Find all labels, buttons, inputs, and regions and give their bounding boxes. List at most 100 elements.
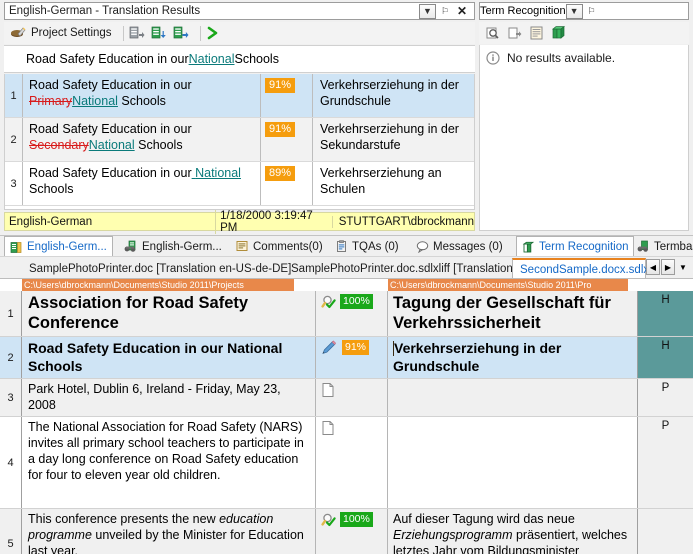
segment-number: 5 [0, 509, 22, 554]
segment-target-text[interactable]: Verkehrserziehung in der Grundschule [388, 337, 638, 378]
segment-structure-tag[interactable]: H [638, 291, 693, 336]
table-row[interactable]: 5 This conference presents the new educa… [0, 509, 693, 554]
segment-source-text[interactable]: This conference presents the new educati… [22, 509, 316, 554]
segment-target-text[interactable] [388, 417, 638, 508]
row-number: 2 [5, 118, 23, 161]
translation-results-caption-bar: English-German - Translation Results ▼ ⚐… [4, 2, 475, 20]
row-source-text: Road Safety Education in our SecondaryNa… [23, 118, 261, 161]
pin-icon[interactable]: ⚐ [584, 4, 600, 19]
segment-number: 1 [0, 291, 22, 336]
project-settings-button[interactable]: Project Settings [10, 25, 112, 41]
row-source-text: Road Safety Education in our National Sc… [23, 162, 261, 205]
source-file-path: C:\Users\dbrockmann\Documents\Studio 201… [22, 279, 294, 291]
comments-icon [236, 240, 249, 253]
empty-doc-icon [321, 382, 335, 398]
tm-name-field: English-German [9, 215, 93, 228]
chevron-down-icon[interactable]: ▼ [419, 3, 436, 19]
translation-results-search-display[interactable]: Road Safety Education in our National Sc… [4, 45, 475, 73]
tm-match-icon [321, 294, 337, 310]
concordance-icon [124, 240, 138, 253]
segment-status-cell: 100% [316, 291, 388, 336]
toolbar-separator-2 [199, 25, 201, 41]
toolbar-separator-1 [122, 25, 124, 41]
tab-label: Term Recognition [539, 241, 629, 253]
segment-structure-tag[interactable]: P [638, 379, 693, 416]
doc-tab-samplephotoprinter-doc[interactable]: SamplePhotoPrinter.doc [Translation en-U… [22, 258, 298, 279]
pin-icon[interactable]: ⚐ [437, 4, 453, 19]
segment-structure-tag[interactable]: P [638, 417, 693, 508]
doc-tab-samplephotoprinter-sdlxliff[interactable]: SamplePhotoPrinter.doc.sdlxliff [Transla… [284, 258, 527, 279]
segment-source-text[interactable]: The National Association for Road Safety… [22, 417, 316, 508]
go-button[interactable] [206, 25, 220, 41]
term-recognition-message: No results available. [507, 51, 616, 65]
segment-structure-tag[interactable]: H [638, 337, 693, 378]
chevron-down-icon[interactable]: ▼ [565, 3, 583, 19]
match-score-badge: 91% [265, 78, 296, 93]
row-score-cell: 89% [261, 162, 313, 205]
apply-tm-button[interactable] [173, 25, 189, 41]
segment-source-text[interactable]: Association for Road Safety Conference [22, 291, 316, 336]
table-row[interactable]: 3 Road Safety Education in our National … [5, 162, 474, 206]
doc-tab-label: SecondSample.docx.sdlxl [520, 263, 652, 276]
next-tab-button[interactable]: ▶ [661, 259, 675, 275]
tm-timestamp-field: 1/18/2000 3:19:47 PM [215, 209, 332, 234]
termbase-search-icon [637, 240, 650, 253]
tab-label: English-Germ... [142, 240, 222, 253]
close-icon[interactable]: ✕ [454, 4, 470, 19]
segment-source-text[interactable]: Road Safety Education in our National Sc… [22, 337, 316, 378]
row-score-cell: 91% [261, 118, 313, 161]
row-target-text: Verkehrserziehung in der Sekundarstufe [320, 122, 459, 152]
messages-icon [416, 240, 429, 253]
segment-source-text[interactable]: Park Hotel, Dublin 6, Ireland - Friday, … [22, 379, 316, 416]
segment-target-text[interactable]: Auf dieser Tagung wird das neue Erziehun… [388, 509, 638, 554]
tab-label: Termbase Searc [654, 240, 693, 253]
tab-list-button[interactable]: ▼ [676, 259, 690, 275]
tab-concordance-search[interactable]: English-Germ... [119, 236, 227, 257]
tab-term-recognition[interactable]: Term Recognition [516, 236, 635, 257]
edit-term-button[interactable] [529, 25, 545, 41]
target-file-path: C:\Users\dbrockmann\Documents\Studio 201… [388, 279, 628, 291]
add-to-tm-icon [151, 25, 167, 41]
prev-tab-button[interactable]: ◀ [646, 259, 660, 275]
tab-translation-results[interactable]: English-Germ... [4, 236, 113, 257]
tab-termbase-search[interactable]: Termbase Searc [632, 236, 693, 257]
table-row[interactable]: 1 Association for Road Safety Conference… [0, 291, 693, 337]
table-row[interactable]: 2 Road Safety Education in our National … [0, 337, 693, 379]
term-search-button[interactable] [485, 25, 501, 41]
table-row[interactable]: 1 Road Safety Education in our PrimaryNa… [5, 74, 474, 118]
translation-results-toolbar: Project Settings [4, 22, 475, 44]
table-row[interactable]: 2 Road Safety Education in our Secondary… [5, 118, 474, 162]
tab-messages[interactable]: Messages (0) [411, 236, 508, 257]
segment-target-text[interactable]: Tagung der Gesellschaft für Verkehrssich… [388, 291, 638, 336]
tab-label: English-Germ... [27, 241, 107, 253]
term-recognition-results: No results available. [479, 45, 689, 231]
table-row[interactable]: 3 Park Hotel, Dublin 6, Ireland - Friday… [0, 379, 693, 417]
table-row[interactable]: 4 The National Association for Road Safe… [0, 417, 693, 509]
termbase-icon [522, 241, 535, 254]
doc-tab-label: SamplePhotoPrinter.doc [Translation en-U… [29, 262, 292, 275]
tm-metadata-status-bar: English-German 1/18/2000 3:19:47 PM STUT… [4, 209, 475, 234]
segment-target-text[interactable] [388, 379, 638, 416]
tab-tqas[interactable]: TQAs (0) [331, 236, 404, 257]
segment-number: 4 [0, 417, 22, 508]
add-term-button[interactable] [507, 25, 523, 41]
tqa-icon [336, 240, 348, 253]
termbase-button[interactable] [551, 25, 567, 41]
row-target-text: Verkehrserziehung in der Grundschule [320, 78, 459, 108]
project-settings-label: Project Settings [31, 27, 112, 39]
add-to-tm-button[interactable] [151, 25, 167, 41]
term-search-icon [485, 25, 501, 41]
tm-settings-button[interactable] [129, 25, 145, 41]
tab-label: Messages (0) [433, 240, 503, 253]
doc-tab-secondsample-sdlxliff[interactable]: SecondSample.docx.sdlxl [512, 258, 652, 279]
match-score-badge: 89% [265, 166, 296, 181]
editor-grid: C:\Users\dbrockmann\Documents\Studio 201… [0, 278, 693, 554]
termbase-icon [551, 25, 567, 41]
segment-structure-tag[interactable] [638, 509, 693, 554]
document-tabstrip: SamplePhotoPrinter.doc [Translation en-U… [0, 256, 693, 279]
tm-settings-icon [129, 25, 145, 41]
row-number: 3 [5, 162, 23, 205]
row-target-text: Verkehrserziehung an Schulen [320, 166, 442, 196]
row-number: 1 [5, 74, 23, 117]
tab-comments[interactable]: Comments(0) [231, 236, 328, 257]
